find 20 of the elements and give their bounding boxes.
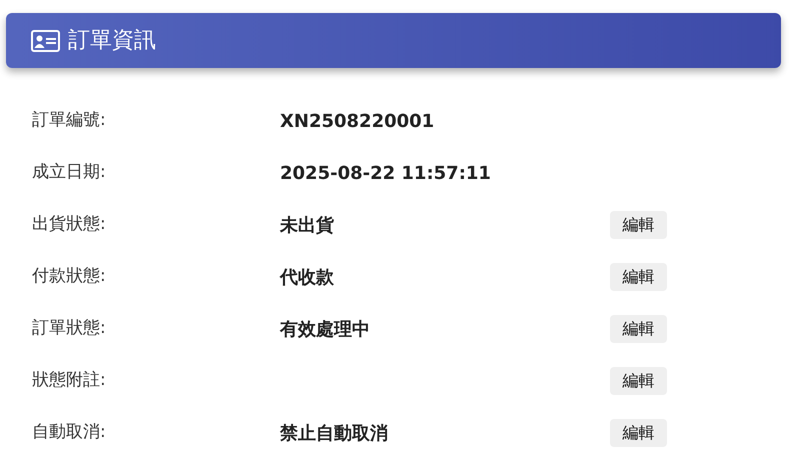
edit-button[interactable]: 編輯 — [610, 419, 667, 447]
field-label: 出貨狀態: — [32, 213, 107, 236]
field-label: 自動取消: — [32, 421, 107, 444]
id-card-icon — [31, 30, 60, 52]
edit-button[interactable]: 編輯 — [610, 367, 667, 395]
field-value: XN2508220001 — [280, 110, 436, 134]
edit-button[interactable]: 編輯 — [610, 263, 667, 291]
field-value: 禁止自動取消 — [280, 422, 389, 446]
field-label: 訂單編號: — [32, 109, 107, 132]
header-title: 訂單資訊 — [68, 27, 156, 55]
edit-button[interactable]: 編輯 — [610, 315, 667, 343]
field-value: 代收款 — [280, 266, 335, 290]
field-value: 2025-08-22 11:57:11 — [280, 162, 492, 186]
field-value: 有效處理中 — [280, 318, 371, 342]
field-label: 付款狀態: — [32, 265, 107, 288]
field-label: 狀態附註: — [32, 369, 107, 392]
field-label: 訂單狀態: — [32, 317, 107, 340]
field-label: 成立日期: — [32, 161, 107, 184]
edit-button[interactable]: 編輯 — [610, 211, 667, 239]
field-value: 未出貨 — [280, 214, 335, 238]
